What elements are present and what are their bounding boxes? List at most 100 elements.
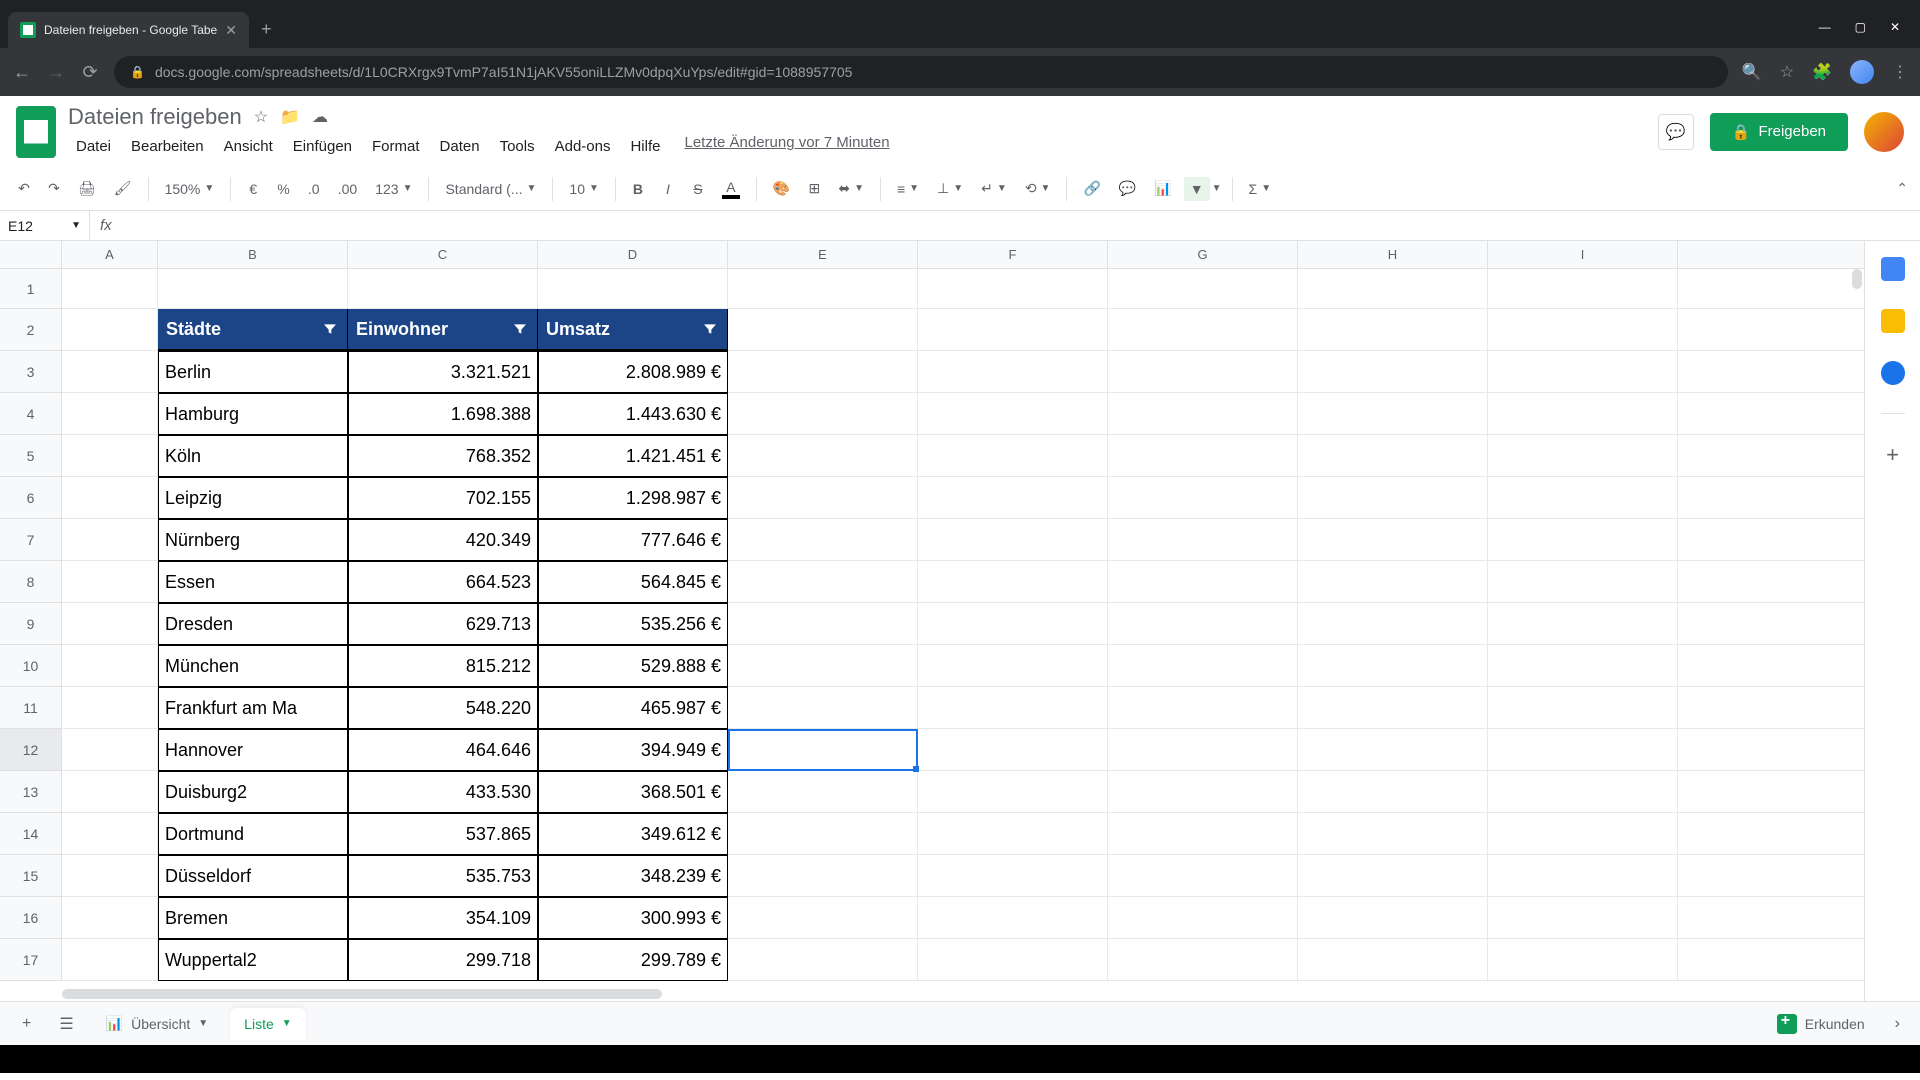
browser-menu-icon[interactable]: ⋮ bbox=[1892, 62, 1908, 82]
filter-icon[interactable] bbox=[511, 320, 529, 338]
cell-E1[interactable] bbox=[728, 269, 918, 309]
cell-F13[interactable] bbox=[918, 771, 1108, 813]
cell-F3[interactable] bbox=[918, 351, 1108, 393]
cell-H14[interactable] bbox=[1298, 813, 1488, 855]
cell-H9[interactable] bbox=[1298, 603, 1488, 645]
cell-I15[interactable] bbox=[1488, 855, 1678, 897]
cell-G15[interactable] bbox=[1108, 855, 1298, 897]
menu-einfuegen[interactable]: Einfügen bbox=[285, 134, 360, 159]
cell-C5[interactable]: 768.352 bbox=[348, 435, 538, 477]
italic-button[interactable]: I bbox=[656, 177, 680, 201]
cell-A10[interactable] bbox=[62, 645, 158, 687]
cell-D9[interactable]: 535.256 € bbox=[538, 603, 728, 645]
strikethrough-button[interactable]: S bbox=[686, 177, 710, 201]
filter-icon[interactable] bbox=[701, 320, 719, 338]
cell-F2[interactable] bbox=[918, 309, 1108, 351]
cell-F17[interactable] bbox=[918, 939, 1108, 981]
cell-D13[interactable]: 368.501 € bbox=[538, 771, 728, 813]
cell-E2[interactable] bbox=[728, 309, 918, 351]
column-header-H[interactable]: H bbox=[1298, 241, 1488, 268]
cell-C15[interactable]: 535.753 bbox=[348, 855, 538, 897]
cell-E9[interactable] bbox=[728, 603, 918, 645]
cell-E7[interactable] bbox=[728, 519, 918, 561]
cell-G6[interactable] bbox=[1108, 477, 1298, 519]
text-rotation-dropdown[interactable]: ⟲▼ bbox=[1019, 176, 1057, 201]
vertical-scrollbar[interactable] bbox=[1852, 269, 1862, 289]
cell-G14[interactable] bbox=[1108, 813, 1298, 855]
redo-button[interactable]: ↷ bbox=[42, 176, 66, 201]
cell-B1[interactable] bbox=[158, 269, 348, 309]
insert-chart-button[interactable]: 📊 bbox=[1148, 176, 1177, 201]
cell-E15[interactable] bbox=[728, 855, 918, 897]
cell-A11[interactable] bbox=[62, 687, 158, 729]
text-color-button[interactable]: A bbox=[716, 175, 746, 203]
cell-B11[interactable]: Frankfurt am Ma bbox=[158, 687, 348, 729]
close-window-icon[interactable]: ✕ bbox=[1890, 20, 1900, 34]
cell-G12[interactable] bbox=[1108, 729, 1298, 771]
cell-H17[interactable] bbox=[1298, 939, 1488, 981]
cell-A3[interactable] bbox=[62, 351, 158, 393]
row-header-15[interactable]: 15 bbox=[0, 855, 62, 897]
bold-button[interactable]: B bbox=[626, 177, 650, 201]
cell-F8[interactable] bbox=[918, 561, 1108, 603]
cell-F14[interactable] bbox=[918, 813, 1108, 855]
cell-D4[interactable]: 1.443.630 € bbox=[538, 393, 728, 435]
row-header-4[interactable]: 4 bbox=[0, 393, 62, 435]
cell-A13[interactable] bbox=[62, 771, 158, 813]
fill-color-button[interactable]: 🎨 bbox=[767, 176, 796, 201]
row-header-8[interactable]: 8 bbox=[0, 561, 62, 603]
cell-C6[interactable]: 702.155 bbox=[348, 477, 538, 519]
cell-D7[interactable]: 777.646 € bbox=[538, 519, 728, 561]
decrease-decimal-button[interactable]: .0 bbox=[302, 177, 326, 201]
address-bar[interactable]: 🔒 docs.google.com/spreadsheets/d/1L0CRXr… bbox=[114, 56, 1728, 88]
cell-H16[interactable] bbox=[1298, 897, 1488, 939]
cell-B16[interactable]: Bremen bbox=[158, 897, 348, 939]
cell-D3[interactable]: 2.808.989 € bbox=[538, 351, 728, 393]
insert-link-button[interactable]: 🔗 bbox=[1077, 176, 1106, 201]
cell-D15[interactable]: 348.239 € bbox=[538, 855, 728, 897]
cell-A2[interactable] bbox=[62, 309, 158, 351]
close-tab-icon[interactable]: ✕ bbox=[225, 22, 237, 39]
insert-comment-button[interactable]: 💬 bbox=[1113, 176, 1142, 201]
cell-C3[interactable]: 3.321.521 bbox=[348, 351, 538, 393]
borders-button[interactable]: ⊞ bbox=[802, 176, 826, 201]
menu-format[interactable]: Format bbox=[364, 134, 428, 159]
undo-button[interactable]: ↶ bbox=[12, 176, 36, 201]
cell-C9[interactable]: 629.713 bbox=[348, 603, 538, 645]
calendar-icon[interactable] bbox=[1881, 257, 1905, 281]
row-header-17[interactable]: 17 bbox=[0, 939, 62, 981]
cell-A8[interactable] bbox=[62, 561, 158, 603]
cell-E4[interactable] bbox=[728, 393, 918, 435]
cell-D6[interactable]: 1.298.987 € bbox=[538, 477, 728, 519]
menu-hilfe[interactable]: Hilfe bbox=[622, 134, 668, 159]
cell-A5[interactable] bbox=[62, 435, 158, 477]
cell-B14[interactable]: Dortmund bbox=[158, 813, 348, 855]
document-title[interactable]: Dateien freigeben bbox=[68, 104, 242, 130]
forward-button[interactable]: → bbox=[46, 62, 66, 83]
cell-C12[interactable]: 464.646 bbox=[348, 729, 538, 771]
percent-button[interactable]: % bbox=[271, 177, 295, 201]
cell-B3[interactable]: Berlin bbox=[158, 351, 348, 393]
cell-D14[interactable]: 349.612 € bbox=[538, 813, 728, 855]
back-button[interactable]: ← bbox=[12, 62, 32, 83]
cell-A4[interactable] bbox=[62, 393, 158, 435]
cell-D5[interactable]: 1.421.451 € bbox=[538, 435, 728, 477]
comments-button[interactable]: 💬 bbox=[1658, 114, 1694, 150]
menu-datei[interactable]: Datei bbox=[68, 134, 119, 159]
cell-I9[interactable] bbox=[1488, 603, 1678, 645]
cell-D1[interactable] bbox=[538, 269, 728, 309]
menu-bearbeiten[interactable]: Bearbeiten bbox=[123, 134, 212, 159]
keep-icon[interactable] bbox=[1881, 309, 1905, 333]
cell-H6[interactable] bbox=[1298, 477, 1488, 519]
font-dropdown[interactable]: Standard (...▼ bbox=[439, 177, 542, 201]
cell-F10[interactable] bbox=[918, 645, 1108, 687]
functions-dropdown[interactable]: Σ▼ bbox=[1243, 177, 1278, 201]
explore-button[interactable]: Erkunden bbox=[1763, 1008, 1879, 1040]
cell-G17[interactable] bbox=[1108, 939, 1298, 981]
cell-A15[interactable] bbox=[62, 855, 158, 897]
cell-H12[interactable] bbox=[1298, 729, 1488, 771]
cell-B8[interactable]: Essen bbox=[158, 561, 348, 603]
cell-C1[interactable] bbox=[348, 269, 538, 309]
cell-A14[interactable] bbox=[62, 813, 158, 855]
column-header-B[interactable]: B bbox=[158, 241, 348, 268]
